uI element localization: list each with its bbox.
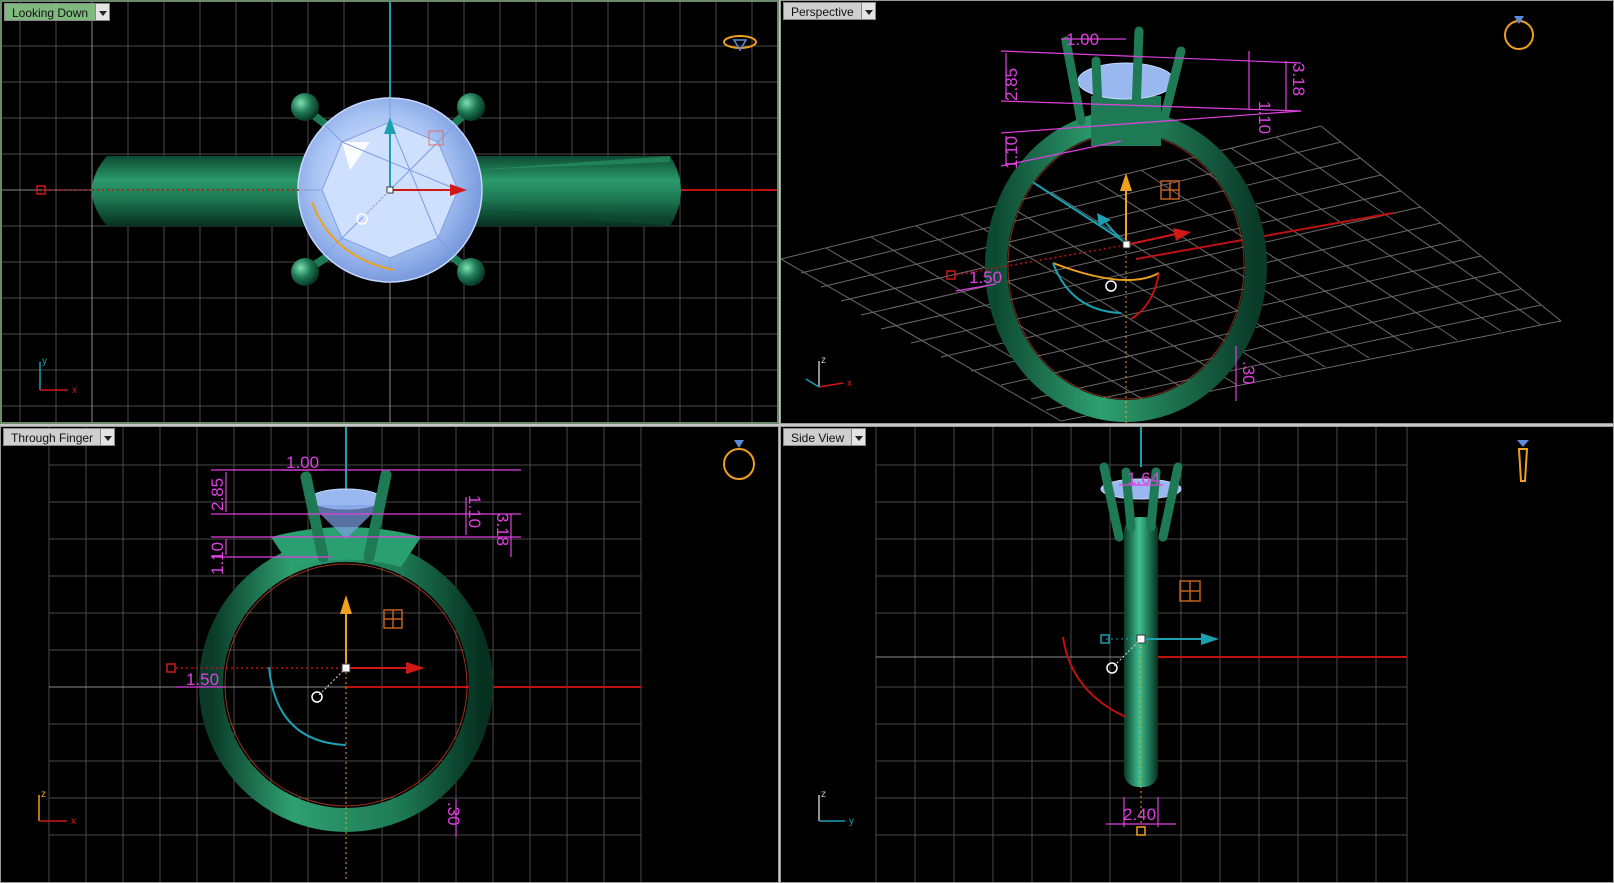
ring-side-profile [1099,462,1183,787]
viewport-perspective[interactable]: Perspective 1.00 2.85 1.10 1.10 3.18 1.5… [780,0,1614,424]
top-view-canvas[interactable]: y x [2,2,779,424]
dim-band: 1.50 [969,268,1002,287]
axis-label-right: x [72,385,77,396]
grid-snap-icon [1179,580,1201,602]
z-gizmo-arrowhead [1120,173,1132,191]
view-cube-ring-icon[interactable] [1504,16,1534,50]
dim-gap: 1.10 [1002,136,1021,169]
axis-label-up: y [42,356,47,367]
grid-snap-icon [1160,180,1180,200]
prong-ball [457,258,485,286]
y-gizmo-arrowhead [1097,213,1111,226]
perspective-view-canvas[interactable]: 1.00 2.85 1.10 1.10 3.18 1.50 .30 z x [781,1,1614,424]
dim-bottom-width: 2.40 [1123,805,1156,824]
viewport-title[interactable]: Through Finger [3,428,102,446]
dim-height-b: 1.10 [1255,101,1274,134]
axis-triad: y x [39,356,77,396]
dim-height-a: 2.85 [1002,68,1021,101]
viewport-looking-down[interactable]: Looking Down y x [0,0,779,424]
view-cube-ring-side-icon[interactable] [1517,440,1529,482]
z-gizmo-arrowhead [340,595,352,614]
viewport-through-finger[interactable]: Through Finger 1.00 2.85 1.10 1.10 3.18 … [0,426,779,883]
y-gizmo-arrowhead [1201,633,1219,645]
prong-ball [291,258,319,286]
viewport-tab[interactable]: Through Finger [3,428,116,446]
x-gizmo-arrow [1125,233,1177,246]
viewport-menu-dropdown-icon[interactable] [861,2,876,20]
prong-ball [457,93,485,121]
dim-prong-width: 1.00 [1066,30,1099,49]
dim-height-a: 2.85 [208,478,227,511]
rotate-handle[interactable] [311,691,323,703]
viewport-tab[interactable]: Side View [783,428,867,446]
view-cube-ring-icon[interactable] [723,35,757,52]
dim-height-b: 1.10 [465,495,484,528]
dim-shank: .30 [1239,361,1258,385]
viewport-title[interactable]: Perspective [783,2,862,20]
rotate-handle[interactable] [1106,662,1118,674]
axis-triad: z x [38,789,76,827]
x-gizmo-arrowhead [1173,228,1191,241]
rotation-arc [1052,262,1160,282]
gizmo-dotted-line [317,667,347,697]
prong-ball [291,93,319,121]
axis-label-right: y [849,816,854,827]
axis-triad: z y [818,789,854,827]
front-view-canvas[interactable]: 1.00 2.85 1.10 1.10 3.18 1.50 .30 z x [1,427,779,883]
axis-label-right: x [847,378,852,389]
axis-label-up: z [821,355,826,366]
view-cube-ring-icon[interactable] [723,440,755,480]
axis-triad: z x [805,355,852,389]
x-gizmo-arrowhead [406,662,425,674]
axis-label-up: z [41,789,46,800]
viewport-menu-dropdown-icon[interactable] [96,3,111,21]
dim-total: 3.18 [1289,63,1308,96]
viewport-title[interactable]: Side View [783,428,853,446]
side-view-canvas[interactable]: 1.64 2.40 z y [781,427,1614,883]
rotate-handle[interactable] [1105,280,1117,292]
x-scale-handle[interactable] [166,663,176,673]
viewport-side-view[interactable]: Side View 1.64 2.40 z y [780,426,1614,883]
dim-band: 1.50 [186,670,219,689]
viewport-menu-dropdown-icon[interactable] [852,428,867,446]
axis-label-up: z [821,789,826,800]
viewport-tab[interactable]: Perspective [783,2,876,20]
dim-prong-width: 1.00 [286,453,319,472]
viewport-title[interactable]: Looking Down [4,3,97,21]
dim-top-width: 1.64 [1127,469,1160,488]
rotation-arc [1062,636,1127,718]
dim-gap: 1.10 [208,542,227,575]
viewport-menu-dropdown-icon[interactable] [101,428,116,446]
axis-label-right: x [71,816,76,827]
dim-total: 3.18 [493,513,512,546]
perspective-grid [781,125,1563,422]
gizmo-center-handle[interactable] [1122,240,1131,249]
z-scale-handle[interactable] [1136,826,1146,836]
viewport-tab[interactable]: Looking Down [4,3,111,21]
dim-shank: .30 [444,802,463,826]
